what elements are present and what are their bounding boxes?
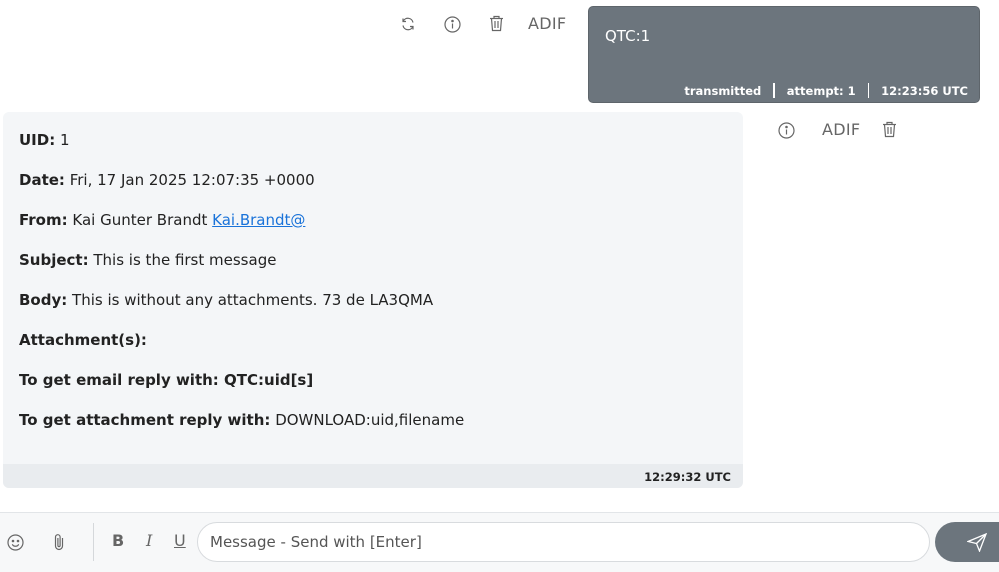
uid-row: UID: 1 <box>19 131 70 149</box>
from-row: From: Kai Gunter Brandt Kai.Brandt@ <box>19 211 305 229</box>
outgoing-message-meta: transmitted attempt: 1 12:23:56 UTC <box>684 83 968 98</box>
paperclip-icon[interactable] <box>49 532 69 552</box>
date-value: Fri, 17 Jan 2025 12:07:35 +0000 <box>69 171 315 189</box>
outgoing-message: QTC:1 transmitted attempt: 1 12:23:56 UT… <box>588 6 980 103</box>
timestamp: 12:29:32 UTC <box>644 470 731 484</box>
info-icon[interactable] <box>442 14 462 34</box>
composer-divider <box>93 523 94 561</box>
bold-button[interactable]: B <box>112 531 124 550</box>
uid-value: 1 <box>60 131 70 149</box>
retry-icon[interactable] <box>398 14 418 34</box>
meta-divider <box>867 83 870 98</box>
email-reply-row: To get email reply with: QTC:uid[s] <box>19 371 313 389</box>
attachments-label: Attachment(s): <box>19 331 147 349</box>
trash-icon[interactable] <box>879 119 899 139</box>
attachment-reply-label: To get attachment reply with: <box>19 411 271 429</box>
underline-button[interactable]: U <box>174 531 186 550</box>
smiley-icon[interactable] <box>5 532 25 552</box>
email-reply-label: To get email reply with: QTC:uid[s] <box>19 371 314 389</box>
outgoing-message-text: QTC:1 <box>605 27 651 45</box>
message-input[interactable] <box>197 522 930 562</box>
paper-plane-icon <box>967 533 987 552</box>
body-row: Body: This is without any attachments. 7… <box>19 291 433 309</box>
body-value: This is without any attachments. 73 de L… <box>72 291 434 309</box>
attachments-row: Attachment(s): <box>19 331 147 349</box>
subject-label: Subject: <box>19 251 89 269</box>
incoming-message: UID: 1 Date: Fri, 17 Jan 2025 12:07:35 +… <box>3 112 743 488</box>
from-label: From: <box>19 211 68 229</box>
trash-icon[interactable] <box>486 13 506 33</box>
attachment-reply-value: DOWNLOAD:uid,filename <box>275 411 465 429</box>
subject-row: Subject: This is the first message <box>19 251 276 269</box>
incoming-message-footer: 12:29:32 UTC <box>3 464 743 488</box>
date-label: Date: <box>19 171 65 189</box>
from-name: Kai Gunter Brandt <box>72 211 208 229</box>
meta-divider <box>773 83 775 98</box>
italic-button[interactable]: I <box>146 531 152 550</box>
status-text: transmitted <box>684 83 762 98</box>
from-email-link[interactable]: Kai.Brandt@ <box>212 211 305 229</box>
info-icon[interactable] <box>776 120 796 140</box>
body-label: Body: <box>19 291 68 309</box>
message-composer: B I U <box>0 512 999 572</box>
attachment-reply-row: To get attachment reply with: DOWNLOAD:u… <box>19 411 464 429</box>
adif-button[interactable]: ADIF <box>822 120 860 139</box>
subject-value: This is the first message <box>93 251 277 269</box>
date-row: Date: Fri, 17 Jan 2025 12:07:35 +0000 <box>19 171 315 189</box>
uid-label: UID: <box>19 131 56 149</box>
adif-button[interactable]: ADIF <box>528 14 566 33</box>
attempt-count: attempt: 1 <box>786 83 856 98</box>
timestamp: 12:23:56 UTC <box>881 83 968 98</box>
send-button[interactable] <box>935 522 999 562</box>
